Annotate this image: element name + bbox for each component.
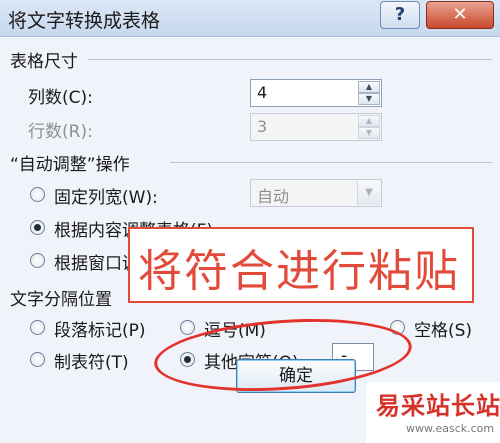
convert-text-to-table-dialog: 将文字转换成表格 ? ✕ 表格尺寸 列数(C): 4 ▲ ▼ 行数(R): 3 … [0,0,500,443]
rows-label: 行数(R): [28,122,93,142]
close-icon: ✕ [452,4,468,25]
spin-up-icon[interactable]: ▲ [358,115,380,127]
group-divider [170,162,492,163]
columns-value: 4 [257,83,268,102]
annotation-text: 将符合进行粘贴 [138,246,460,297]
columns-label: 列数(C): [28,88,93,108]
site-watermark: 易采站长站 www.easck.com [366,382,500,443]
tab-label: 制表符(T) [54,353,129,373]
fixed-width-label: 固定列宽(W): [54,188,158,208]
space-label: 空格(S) [414,321,473,341]
chevron-down-icon[interactable]: ▼ [357,181,380,205]
autofit-content-radio[interactable] [30,220,45,235]
autofit-group-title: “自动调整”操作 [10,155,130,175]
annotation-callout: 将符合进行粘贴 [128,227,474,303]
watermark-logo-text: 易采站长站 [376,392,500,420]
question-mark-icon: ? [394,4,406,25]
fixed-width-radio[interactable] [30,187,45,202]
separator-group-title: 文字分隔位置 [10,290,112,310]
title-bar: 将文字转换成表格 ? ✕ [0,0,500,37]
help-button[interactable]: ? [380,1,420,29]
paragraph-mark-radio[interactable] [30,320,45,335]
group-divider [88,59,492,60]
rows-spinner[interactable]: 3 ▲ ▼ [250,113,382,141]
paragraph-mark-label: 段落标记(P) [54,321,146,341]
fixed-width-value: 自动 [257,187,290,206]
fixed-width-select[interactable]: 自动 ▼ [250,179,382,207]
autofit-window-radio[interactable] [30,253,45,268]
spin-up-icon[interactable]: ▲ [358,81,380,93]
spin-down-icon[interactable]: ▼ [358,93,380,105]
comma-radio[interactable] [180,320,195,335]
rows-value: 3 [257,117,268,136]
rows-spinner-arrows: ▲ ▼ [358,115,380,139]
table-size-group-title: 表格尺寸 [10,52,78,72]
close-button[interactable]: ✕ [426,1,494,29]
tab-radio[interactable] [30,352,45,367]
spin-down-icon[interactable]: ▼ [358,127,380,139]
dialog-title: 将文字转换成表格 [8,10,161,32]
columns-spinner[interactable]: 4 ▲ ▼ [250,79,382,107]
watermark-url: www.easck.com [406,422,495,435]
columns-spinner-arrows: ▲ ▼ [358,81,380,105]
